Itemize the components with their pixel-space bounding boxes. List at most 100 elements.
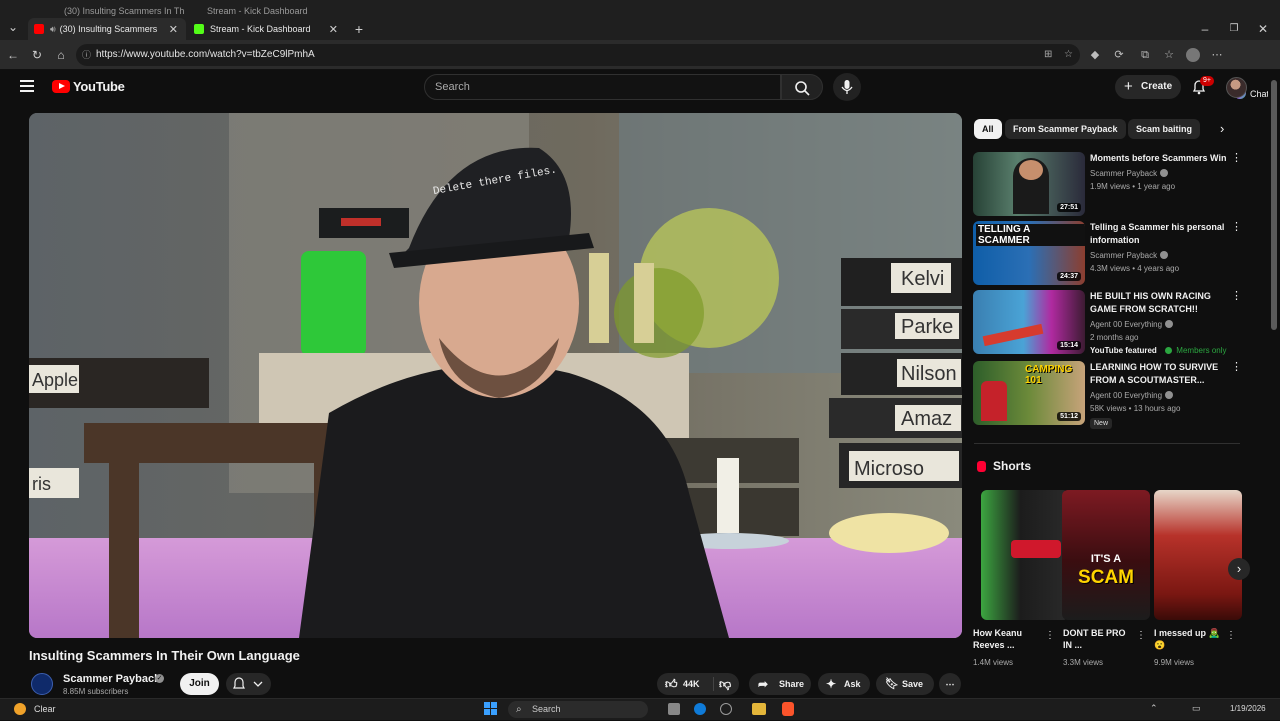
bell-icon (233, 677, 263, 689)
more-actions-icon[interactable]: ⋯ (939, 673, 961, 695)
chip-scam-baiting[interactable]: Scam baiting (1128, 119, 1201, 139)
audio-icon[interactable]: 🔊︎ (50, 24, 56, 35)
taskbar-search[interactable]: ⌕ Search (508, 701, 648, 718)
join-button[interactable]: Join (180, 673, 219, 695)
restore-icon[interactable]: ❐ (1227, 22, 1241, 36)
url-text: https://www.youtube.com/watch?v=tbZeC9lP… (96, 49, 315, 60)
tab-list-icon[interactable]: ⌄ (6, 20, 20, 34)
video-title: LEARNING HOW TO SURVIVE FROM A SCOUTMAST… (1090, 362, 1219, 385)
more-options-icon[interactable]: ⋮ (1231, 221, 1242, 233)
list-item[interactable]: 15:14 HE BUILT HIS OWN RACING GAME FROM … (973, 290, 1263, 355)
short-title[interactable]: I messed up 🧟‍♂️😮 (1154, 627, 1224, 651)
verified-icon (1160, 251, 1169, 259)
app-icon[interactable] (720, 703, 732, 715)
tab-youtube[interactable]: 🔊︎ (30) Insulting Scammers In Th ✕ (28, 18, 186, 40)
account-avatar[interactable] (1226, 77, 1247, 98)
youtube-play-icon (52, 80, 70, 93)
task-view-icon[interactable] (668, 703, 680, 715)
favorites-icon[interactable]: ☆ (1162, 48, 1176, 62)
share-button[interactable]: ➦ Share (749, 673, 811, 695)
site-info-icon[interactable]: ⓘ (82, 44, 91, 66)
channel-avatar[interactable] (31, 673, 53, 695)
extension-icon[interactable]: ◆ (1088, 48, 1102, 62)
save-button[interactable]: 🔖︎ Save (876, 673, 934, 695)
favorite-star-icon[interactable]: ☆ (1064, 44, 1073, 66)
featured-label: YouTube featured (1090, 346, 1157, 355)
minimize-icon[interactable]: – (1198, 22, 1212, 36)
more-options-icon[interactable]: ⋮ (1226, 630, 1236, 641)
scrollbar-thumb[interactable] (1271, 80, 1277, 330)
more-options-icon[interactable]: ⋮ (1136, 630, 1146, 641)
edge-icon[interactable] (694, 703, 706, 715)
chevron-right-icon[interactable]: › (1220, 121, 1224, 136)
chip-all[interactable]: All (974, 119, 1002, 139)
video-thumbnail[interactable]: 15:14 (973, 290, 1085, 354)
search-input[interactable]: Search (424, 74, 781, 100)
short-title[interactable]: DONT BE PRO IN ... (1063, 627, 1133, 651)
tray-chevron-icon[interactable]: ⌃ (1150, 703, 1158, 714)
file-explorer-icon[interactable] (752, 703, 766, 715)
taskbar-search-label: Search (532, 704, 561, 714)
channel-line: Scammer Payback (1090, 167, 1169, 180)
ask-button[interactable]: ✦ Ask (818, 673, 870, 695)
like-count[interactable]: 44K (683, 673, 700, 695)
taskbar: Clear ⌕ Search ⌃ ▭ 1/19/2026 (0, 698, 1280, 720)
duration-badge: 15:14 (1057, 341, 1081, 350)
list-item[interactable]: 27:51 Moments before Scammers Win Scamme… (973, 152, 1263, 216)
video-thumbnail[interactable]: CAMPING 101 51:12 (973, 361, 1085, 425)
video-thumbnail[interactable]: TELLING A SCAMMER 24:37 (973, 221, 1085, 285)
short-thumbnail[interactable]: IT'S A SCAM (1062, 490, 1150, 620)
reload-icon[interactable]: ↻ (30, 48, 44, 62)
refresh-extension-icon[interactable]: ⟳ (1112, 48, 1126, 62)
more-options-icon[interactable]: ⋮ (1231, 152, 1242, 164)
members-icon (1165, 347, 1173, 354)
window-close-icon[interactable]: ✕ (1256, 22, 1270, 36)
home-icon[interactable]: ⌂ (54, 48, 68, 62)
list-item[interactable]: CAMPING 101 51:12 LEARNING HOW TO SURVIV… (973, 361, 1263, 429)
shorts-icon (977, 461, 986, 472)
search-button[interactable] (781, 74, 823, 100)
tab-close-icon[interactable]: ✕ (329, 23, 346, 36)
more-menu-icon[interactable]: ⋯ (1210, 48, 1224, 62)
tab-title: Stream - Kick Dashboard (210, 24, 311, 34)
taskbar-date: 1/19/2026 (1230, 704, 1266, 713)
thumbs-down-icon[interactable]: 👎︎ (719, 673, 731, 695)
network-icon[interactable]: ▭ (1192, 703, 1201, 714)
more-options-icon[interactable]: ⋮ (1045, 630, 1055, 641)
weather-icon[interactable] (14, 703, 26, 715)
video-title: Telling a Scammer his personal informati… (1090, 222, 1225, 245)
channel-name[interactable]: Scammer Payback (63, 673, 160, 685)
subscriber-count: 8.85M subscribers (63, 687, 129, 696)
create-label: Create (1141, 81, 1173, 92)
microphone-icon (841, 80, 853, 94)
binder-label: Parke (901, 316, 953, 338)
hamburger-menu-icon[interactable] (20, 80, 34, 92)
more-options-icon[interactable]: ⋮ (1231, 290, 1242, 302)
chip-from-channel[interactable]: From Scammer Payback (1005, 119, 1126, 139)
voice-search-button[interactable] (833, 73, 861, 101)
badge-line: New (1090, 416, 1113, 429)
binder-label: ris (32, 474, 51, 494)
new-tab-icon[interactable]: + (352, 22, 366, 36)
url-field[interactable]: ⓘ https://www.youtube.com/watch?v=tbZeC9… (76, 44, 1080, 66)
tab-kick[interactable]: Stream - Kick Dashboard ✕ (188, 18, 346, 40)
more-options-icon[interactable]: ⋮ (1231, 361, 1242, 373)
short-thumbnail[interactable] (981, 490, 1069, 620)
shorts-next-arrow-icon[interactable]: › (1228, 558, 1250, 580)
youtube-logo[interactable]: YouTube (52, 79, 125, 94)
subscription-bell-button[interactable] (226, 673, 271, 695)
video-thumbnail[interactable]: 27:51 (973, 152, 1085, 216)
thumbs-up-icon[interactable]: 👍︎ (665, 673, 678, 695)
video-player[interactable]: Kelvi Parke Nilson Amaz Microso Apple ri… (29, 113, 962, 638)
short-thumbnail[interactable] (1154, 490, 1242, 620)
apps-icon[interactable]: ⊞ (1044, 44, 1052, 66)
list-item[interactable]: TELLING A SCAMMER 24:37 Telling a Scamme… (973, 221, 1263, 285)
profile-icon[interactable] (1186, 48, 1200, 62)
short-title[interactable]: How Keanu Reeves ... (973, 627, 1043, 651)
tab-close-icon[interactable]: ✕ (169, 23, 186, 36)
brave-icon[interactable] (782, 702, 794, 716)
windows-start-icon[interactable] (484, 702, 498, 716)
create-button[interactable]: + Create (1115, 75, 1181, 99)
split-screen-icon[interactable]: ⧉ (1138, 48, 1152, 62)
back-icon[interactable]: ← (6, 48, 20, 62)
